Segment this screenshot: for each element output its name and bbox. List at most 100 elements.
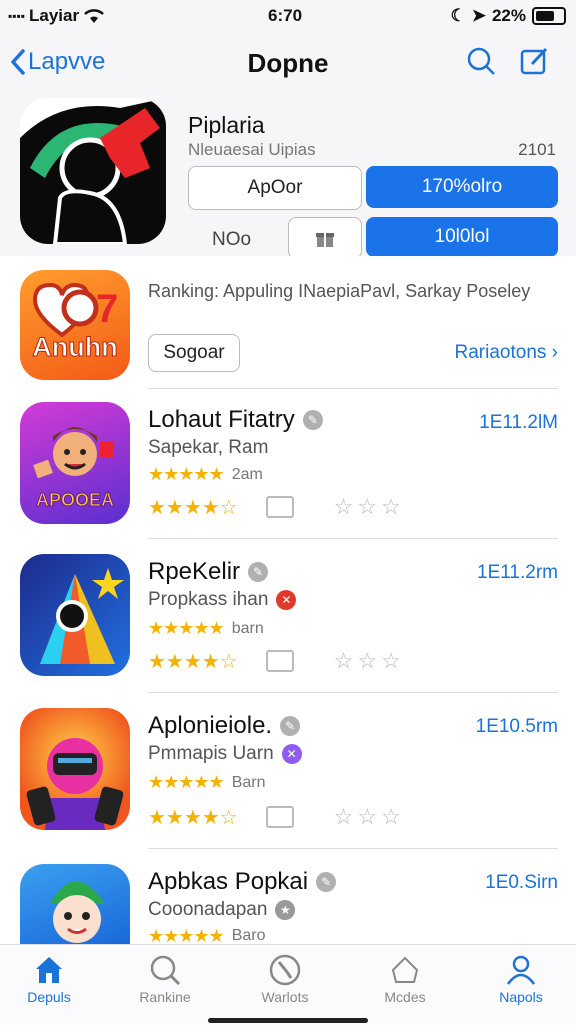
tab-home[interactable]: Depuls [0, 951, 104, 1005]
carrier-label: Layiar [29, 6, 80, 25]
screen-icon [265, 650, 294, 672]
purple-badge-icon: ✕ [281, 744, 302, 764]
divider [148, 538, 558, 539]
tab-warlots[interactable]: Warlots [230, 951, 340, 1005]
secondary-button[interactable]: ApOor [188, 166, 362, 210]
search-icon [150, 955, 181, 986]
app-name-1: Lohaut Fitatry ✎ [148, 406, 323, 434]
star-rating: ★★★★★ [148, 928, 225, 944]
gift-icon [316, 231, 334, 247]
tab-mcdes[interactable]: Mcdes [350, 951, 460, 1005]
ranking-button[interactable]: Sogoar [148, 334, 240, 372]
app-name-2: RpeKelir ✎ [148, 558, 269, 586]
compose-icon[interactable] [520, 46, 550, 76]
rating-label-3: Barn [231, 773, 266, 791]
ranking-link[interactable]: Rariaotons › [455, 342, 559, 364]
divider [148, 848, 558, 849]
featured-app-name: Piplaria [188, 112, 265, 138]
screen-icon [265, 806, 294, 828]
ranking-app-icon[interactable]: 7 Anuhn [20, 270, 130, 380]
rating-label-1: 2am [231, 465, 263, 483]
tab-mcdes-label: Mcdes [384, 989, 426, 1005]
app-name-4: Apbkas Popkai ✎ [148, 868, 337, 896]
rating-label-2: barn [231, 619, 264, 637]
star-rating: ★★★★★ [148, 618, 225, 638]
house-outline-icon [391, 956, 419, 983]
star-badge-icon: ★ [275, 900, 296, 920]
rating-row-1b: ★★★★☆ ☆☆☆ [148, 494, 405, 520]
status-right: ☾ ➤ 22% [450, 6, 566, 26]
star-rating: ★★★★☆ [148, 650, 238, 673]
verified-icon: ✎ [302, 410, 323, 430]
back-button[interactable]: Lapvve [10, 48, 105, 76]
app-name-3: Aplonieiole. ✎ [148, 712, 301, 740]
wifi-icon [84, 9, 104, 23]
app-size-4[interactable]: 1E0.Sirn [485, 872, 558, 894]
app-subtitle-4: Cooonadapan ★ [148, 899, 296, 921]
share-button[interactable] [288, 217, 362, 259]
app-size-1[interactable]: 1E11.2lM [479, 412, 558, 434]
app-icon-1[interactable]: APOOEA [20, 402, 130, 524]
star-rating: ★★★★☆ [148, 496, 238, 519]
signal-icon: ▪▪▪▪ [8, 9, 26, 23]
app-subtitle-2: Propkass ihan ✕ [148, 589, 297, 611]
tab-rankine-label: Rankine [139, 989, 191, 1005]
app-subtitle-3: Pmmapis Uarn ✕ [148, 743, 302, 765]
get-button[interactable]: 170%olro [366, 166, 558, 208]
app-icon-3[interactable] [20, 708, 130, 830]
status-left: ▪▪▪▪ Layiar [8, 6, 105, 26]
star-rating: ★★★★★ [148, 464, 225, 484]
home-icon [36, 957, 62, 983]
empty-stars: ☆☆☆ [333, 494, 405, 519]
ranking-icon-number: 7 [96, 287, 118, 331]
app-icon-2[interactable] [20, 554, 130, 676]
app-name-3-label: Aplonieiole. [148, 712, 273, 739]
divider [148, 388, 558, 389]
app-size-3[interactable]: 1E10.5rm [476, 716, 558, 738]
nav-actions [466, 46, 550, 76]
tab-home-label: Depuls [27, 989, 71, 1005]
tab-napols[interactable]: Napols [466, 951, 576, 1005]
featured-app-icon[interactable] [20, 98, 166, 244]
screen-icon [265, 496, 294, 518]
featured-label: NOo [212, 229, 252, 250]
featured-app-subtitle: Nleuaesai Uipias [188, 140, 316, 159]
verified-icon: ✎ [280, 716, 301, 736]
app-subtitle-2-label: Propkass ihan [148, 589, 269, 610]
home-indicator [208, 1018, 368, 1023]
verified-icon: ✎ [316, 872, 337, 892]
rating-row-2: ★★★★★ barn [148, 618, 264, 639]
search-icon[interactable] [466, 46, 496, 76]
ranking-icon-text: Anuhn [32, 332, 117, 362]
divider [148, 692, 558, 693]
ranking-text: Ranking: Appuling INaepiaPavl, Sarkay Po… [148, 281, 531, 301]
person-icon [506, 955, 536, 985]
app-subtitle-1: Sapekar, Ram [148, 437, 269, 458]
battery-icon [532, 7, 566, 25]
app-subtitle-3-label: Pmmapis Uarn [148, 743, 274, 764]
app-icon-4[interactable] [20, 864, 130, 944]
close-icon: ✕ [276, 590, 297, 610]
install-button[interactable]: 10l0lol [366, 217, 558, 257]
rating-row-3b: ★★★★☆ ☆☆☆ [148, 804, 405, 830]
app-subtitle-4-label: Cooonadapan [148, 899, 268, 920]
back-label: Lapvve [28, 48, 106, 75]
featured-app-number: 2101 [518, 140, 556, 159]
app-size-2[interactable]: 1E11.2rm [477, 562, 558, 584]
empty-stars: ☆☆☆ [333, 648, 405, 673]
location-icon: ➤ [471, 6, 486, 25]
battery-percent: 22% [491, 6, 526, 25]
status-time: 6:70 [268, 6, 303, 25]
tab-rankine[interactable]: Rankine [110, 951, 220, 1005]
rating-row-4: ★★★★★ Baro [148, 928, 265, 944]
rating-row-1: ★★★★★ 2am [148, 464, 263, 485]
compass-icon [269, 954, 301, 986]
verified-icon: ✎ [248, 562, 269, 582]
tab-bar: Depuls Rankine Warlots Mcdes Napols [0, 944, 576, 1025]
app-icon-1-text: APOOEA [36, 490, 114, 510]
tab-warlots-label: Warlots [261, 989, 309, 1005]
chevron-right-icon: › [551, 342, 558, 363]
status-bar: ▪▪▪▪ Layiar 6:70 ☾ ➤ 22% [0, 0, 576, 34]
app-name-4-label: Apbkas Popkai [148, 868, 309, 895]
ranking-link-label: Rariaotons [454, 342, 547, 363]
